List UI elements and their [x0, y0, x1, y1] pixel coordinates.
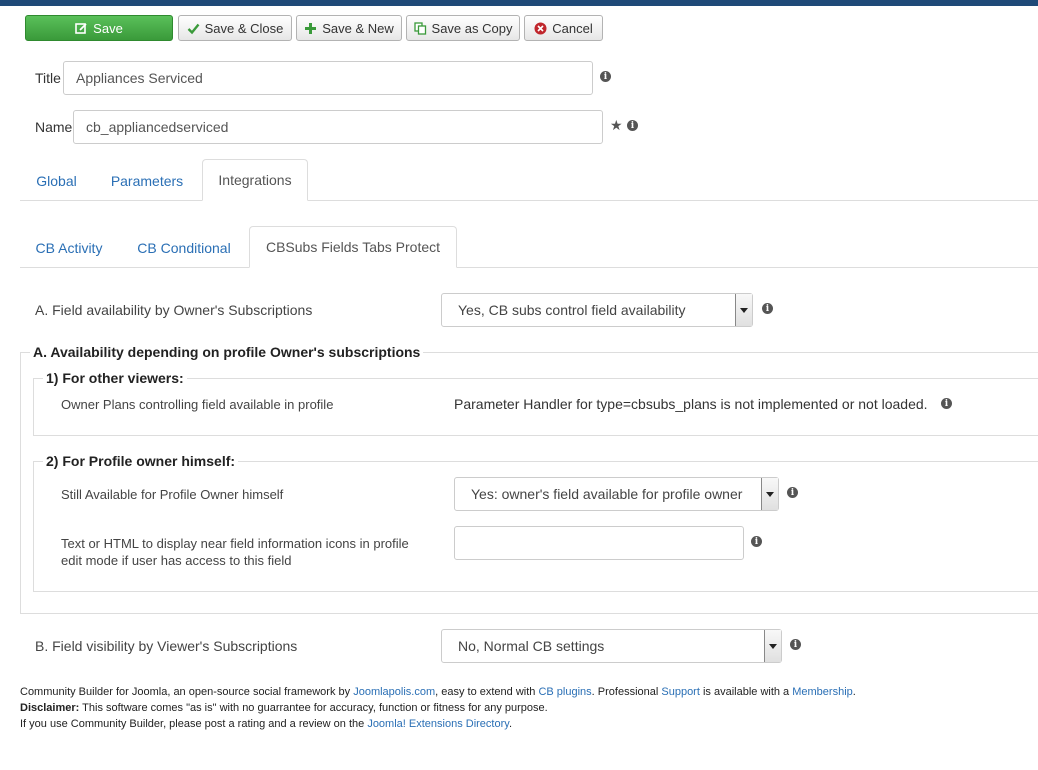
- name-input[interactable]: [73, 110, 603, 144]
- subtab-cb-activity[interactable]: CB Activity: [25, 227, 113, 268]
- chevron-down-icon: [735, 294, 752, 326]
- owner-plans-info-icon[interactable]: i: [941, 398, 952, 409]
- field-availability-label: A. Field availability by Owner's Subscri…: [35, 302, 313, 318]
- chevron-down-icon: [761, 478, 778, 510]
- save-copy-label: Save as Copy: [431, 20, 513, 36]
- subtab-cb-conditional[interactable]: CB Conditional: [126, 227, 242, 268]
- subtab-cbsubs-fields-tabs-protect[interactable]: CBSubs Fields Tabs Protect: [249, 226, 457, 268]
- field-availability-select[interactable]: Yes, CB subs control field availability: [441, 293, 753, 327]
- integration-subtabs: CB Activity CB Conditional CBSubs Fields…: [20, 226, 1038, 268]
- save-label: Save: [93, 20, 123, 36]
- joomlapolis-link[interactable]: Joomlapolis.com: [353, 686, 435, 698]
- name-info-icon[interactable]: i: [627, 120, 638, 131]
- copy-icon: [413, 21, 427, 35]
- membership-link[interactable]: Membership: [792, 686, 853, 698]
- plus-icon: [304, 22, 317, 35]
- owner-plans-value: Parameter Handler for type=cbsubs_plans …: [454, 396, 928, 412]
- cancel-label: Cancel: [552, 20, 593, 36]
- save-close-button[interactable]: Save & Close: [178, 15, 292, 41]
- support-link[interactable]: Support: [661, 686, 700, 698]
- tab-parameters[interactable]: Parameters: [100, 160, 194, 201]
- still-available-label: Still Available for Profile Owner himsel…: [61, 487, 284, 502]
- still-available-value: Yes: owner's field available for profile…: [471, 486, 743, 502]
- tab-integrations[interactable]: Integrations: [202, 159, 308, 201]
- text-html-label: Text or HTML to display near field infor…: [61, 536, 409, 568]
- main-tabs: Global Parameters Integrations: [20, 159, 1038, 201]
- name-label: Name: [35, 119, 73, 135]
- footer: Community Builder for Joomla, an open-so…: [20, 684, 856, 732]
- field-visibility-select[interactable]: No, Normal CB settings: [441, 629, 782, 663]
- text-html-info-icon[interactable]: i: [751, 536, 762, 547]
- field-visibility-value: No, Normal CB settings: [458, 638, 605, 654]
- check-icon: [187, 22, 200, 35]
- edit-icon: [75, 22, 88, 35]
- field-availability-info-icon[interactable]: i: [762, 303, 773, 314]
- save-copy-button[interactable]: Save as Copy: [406, 15, 520, 41]
- footer-line-3: If you use Community Builder, please pos…: [20, 718, 512, 730]
- title-input[interactable]: [63, 61, 593, 95]
- cancel-button[interactable]: Cancel: [524, 15, 603, 41]
- title-label: Title: [35, 70, 61, 86]
- star-icon[interactable]: ★: [610, 117, 623, 134]
- top-bar: [0, 0, 1038, 6]
- field-availability-value: Yes, CB subs control field availability: [458, 302, 686, 318]
- field-visibility-label: B. Field visibility by Viewer's Subscrip…: [35, 638, 298, 654]
- still-available-select[interactable]: Yes: owner's field available for profile…: [454, 477, 779, 511]
- cancel-icon: [534, 22, 547, 35]
- field-visibility-info-icon[interactable]: i: [790, 639, 801, 650]
- title-info-icon[interactable]: i: [600, 71, 611, 82]
- footer-line-2: Disclaimer: This software comes "as is" …: [20, 702, 548, 714]
- chevron-down-icon: [764, 630, 781, 662]
- still-available-info-icon[interactable]: i: [787, 487, 798, 498]
- save-close-label: Save & Close: [204, 20, 284, 36]
- text-html-input[interactable]: [454, 526, 744, 560]
- other-viewers-legend: 1) For other viewers:: [43, 370, 187, 386]
- save-new-button[interactable]: Save & New: [296, 15, 402, 41]
- save-button[interactable]: Save: [25, 15, 173, 41]
- save-new-label: Save & New: [322, 20, 394, 36]
- availability-legend: A. Availability depending on profile Own…: [30, 344, 424, 360]
- jed-link[interactable]: Joomla! Extensions Directory: [367, 718, 509, 730]
- tab-global[interactable]: Global: [20, 160, 93, 201]
- footer-line-1: Community Builder for Joomla, an open-so…: [20, 686, 856, 698]
- profile-owner-legend: 2) For Profile owner himself:: [43, 453, 239, 469]
- cb-plugins-link[interactable]: CB plugins: [538, 686, 591, 698]
- owner-plans-label: Owner Plans controlling field available …: [61, 397, 334, 412]
